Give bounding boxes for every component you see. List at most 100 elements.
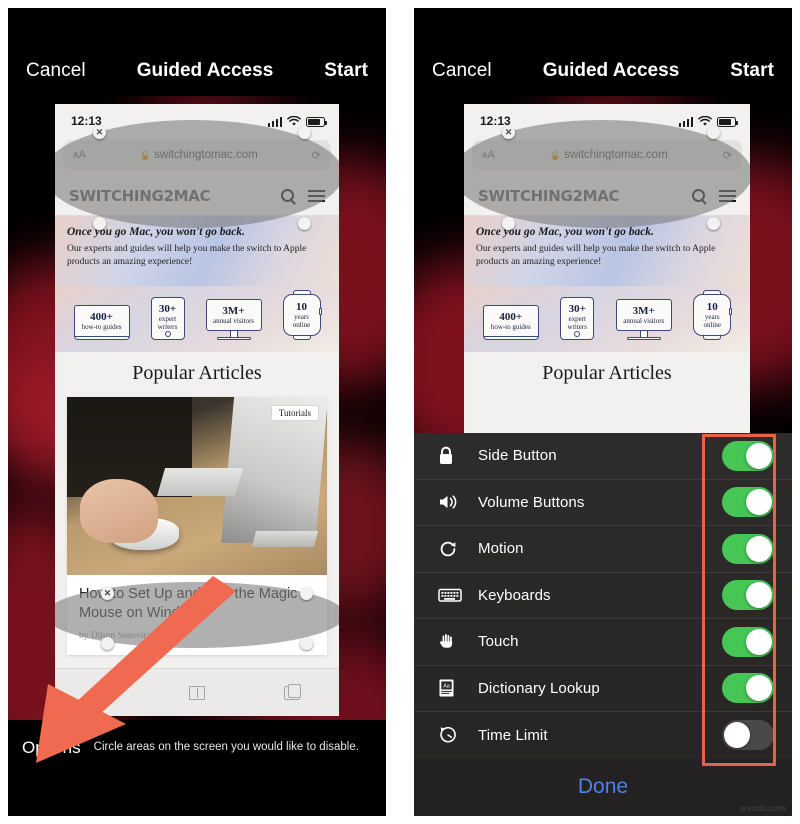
- option-toggle[interactable]: [722, 533, 774, 564]
- dictionary-icon: Aa: [438, 678, 468, 698]
- option-toggle[interactable]: [722, 673, 774, 704]
- share-icon[interactable]: [94, 686, 111, 699]
- stat-text: annual visitors: [212, 317, 255, 326]
- timer-icon: [438, 725, 468, 745]
- ellipse-close-handle[interactable]: ✕: [101, 587, 114, 600]
- option-toggle[interactable]: [722, 487, 774, 518]
- status-icons: [678, 115, 738, 127]
- app-preview[interactable]: 12:13 ᴀA 🔒switchingtomac.com ⟳: [464, 104, 750, 444]
- guided-access-navbar: Cancel Guided Access Start: [414, 8, 792, 96]
- options-button[interactable]: Options: [22, 738, 81, 758]
- ellipse-close-handle[interactable]: ✕: [502, 126, 515, 139]
- watch-crown-icon: [318, 308, 322, 315]
- stat-item: 400+ how-to guides: [482, 305, 539, 341]
- start-button[interactable]: Start: [730, 60, 774, 82]
- status-icons: [267, 115, 327, 127]
- stat-text: years online: [703, 313, 722, 330]
- watermark: wsxdn.com: [740, 803, 786, 813]
- article-image: Tutorials: [67, 397, 327, 576]
- keyboard-photo-element: [156, 468, 243, 497]
- option-label: Side Button: [478, 447, 557, 465]
- ellipse-resize-handle[interactable]: [298, 217, 311, 230]
- battery-icon: [306, 116, 327, 127]
- option-label: Keyboards: [478, 586, 551, 604]
- lock-icon: [438, 446, 468, 466]
- right-screenshot-panel: Cancel Guided Access Start 12:13 ᴀA: [414, 8, 792, 816]
- guided-access-navbar: Cancel Guided Access Start: [8, 8, 386, 96]
- hand-touch-icon: [438, 632, 468, 652]
- option-row-volume-buttons[interactable]: Volume Buttons: [414, 479, 792, 526]
- start-button[interactable]: Start: [324, 60, 368, 82]
- option-row-time-limit[interactable]: Time Limit: [414, 712, 792, 759]
- disabled-region-ellipse-bottom[interactable]: [55, 582, 339, 648]
- safari-toolbar: [55, 668, 339, 716]
- stat-text: expert writers: [567, 315, 587, 332]
- page-title: Guided Access: [542, 60, 680, 81]
- watch-crown-icon: [729, 308, 733, 315]
- guided-access-options-sheet: Side Button Volume Buttons Motion Keyboa…: [414, 433, 792, 816]
- ellipse-resize-handle[interactable]: [93, 217, 106, 230]
- hand-photo-element: [80, 478, 158, 544]
- stat-item: 10 years online: [282, 290, 322, 341]
- stats-row: 400+ how-to guides 30+ expert writers 3M…: [55, 286, 339, 353]
- ellipse-resize-handle[interactable]: [300, 587, 313, 600]
- imac-foot-icon: [216, 337, 251, 341]
- app-preview[interactable]: 12:13 ᴀA 🔒switchingtomac.com ⟳: [55, 104, 339, 716]
- cancel-button[interactable]: Cancel: [26, 60, 86, 82]
- popular-articles-heading: Popular Articles: [464, 352, 750, 398]
- option-label: Motion: [478, 540, 524, 558]
- stat-text: expert writers: [157, 315, 178, 332]
- watch-band-icon: [292, 336, 311, 341]
- ellipse-resize-handle[interactable]: [101, 637, 114, 650]
- stats-row: 400+ how-to guides 30+ expert writers 3M…: [464, 286, 750, 353]
- option-row-dictionary-lookup[interactable]: Aa Dictionary Lookup: [414, 665, 792, 712]
- wifi-icon: [698, 115, 712, 126]
- stat-text: how-to guides: [490, 323, 531, 332]
- ellipse-resize-handle[interactable]: [502, 217, 515, 230]
- screenshot-stage: Cancel Guided Access Start 12:13 Once yo…: [0, 0, 800, 824]
- stat-number: 400+: [499, 311, 523, 324]
- svg-text:Aa: Aa: [443, 684, 450, 690]
- cellular-signal-icon: [678, 116, 693, 127]
- tabs-icon[interactable]: [283, 683, 301, 700]
- ellipse-resize-handle[interactable]: [707, 126, 720, 139]
- stat-number: 10: [706, 301, 718, 313]
- option-row-touch[interactable]: Touch: [414, 619, 792, 666]
- left-screenshot-panel: Cancel Guided Access Start 12:13 Once yo…: [8, 8, 386, 816]
- cellular-signal-icon: [267, 116, 282, 127]
- hero-paragraph: Our experts and guides will help you mak…: [67, 244, 307, 267]
- page-title: Guided Access: [136, 60, 274, 81]
- option-toggle[interactable]: [722, 720, 774, 751]
- option-toggle[interactable]: [722, 440, 774, 471]
- stat-item: 30+ expert writers: [560, 297, 595, 341]
- hero-paragraph: Our experts and guides will help you mak…: [476, 244, 716, 267]
- option-toggle[interactable]: [722, 626, 774, 657]
- ellipse-resize-handle[interactable]: [298, 126, 311, 139]
- ellipse-resize-handle[interactable]: [707, 217, 720, 230]
- rotate-icon: [438, 539, 468, 559]
- stat-text: years online: [292, 313, 311, 330]
- option-label: Touch: [478, 633, 519, 651]
- watch-band-icon: [703, 336, 722, 341]
- cancel-button[interactable]: Cancel: [432, 60, 492, 82]
- option-row-motion[interactable]: Motion: [414, 526, 792, 573]
- stat-number: 30+: [568, 303, 586, 315]
- stat-item: 400+ how-to guides: [73, 305, 130, 341]
- bookmarks-icon[interactable]: [188, 685, 205, 700]
- done-button[interactable]: Done: [578, 775, 628, 799]
- popular-articles-heading: Popular Articles: [55, 352, 339, 398]
- option-row-keyboards[interactable]: Keyboards: [414, 572, 792, 619]
- stat-item: 30+ expert writers: [150, 297, 185, 341]
- keyboard-icon: [438, 587, 468, 603]
- stat-item: 3M+ annual visitors: [615, 299, 672, 341]
- ellipse-close-handle[interactable]: ✕: [93, 126, 106, 139]
- article-tag[interactable]: Tutorials: [270, 405, 319, 422]
- footer-hint-text: Circle areas on the screen you would lik…: [93, 741, 359, 753]
- ellipse-resize-handle[interactable]: [300, 637, 313, 650]
- option-row-side-button[interactable]: Side Button: [414, 433, 792, 480]
- speaker-icon: [438, 493, 468, 511]
- stat-number: 10: [296, 301, 307, 313]
- battery-icon: [717, 116, 738, 127]
- options-footer: Options Circle areas on the screen you w…: [8, 720, 386, 816]
- option-toggle[interactable]: [722, 580, 774, 611]
